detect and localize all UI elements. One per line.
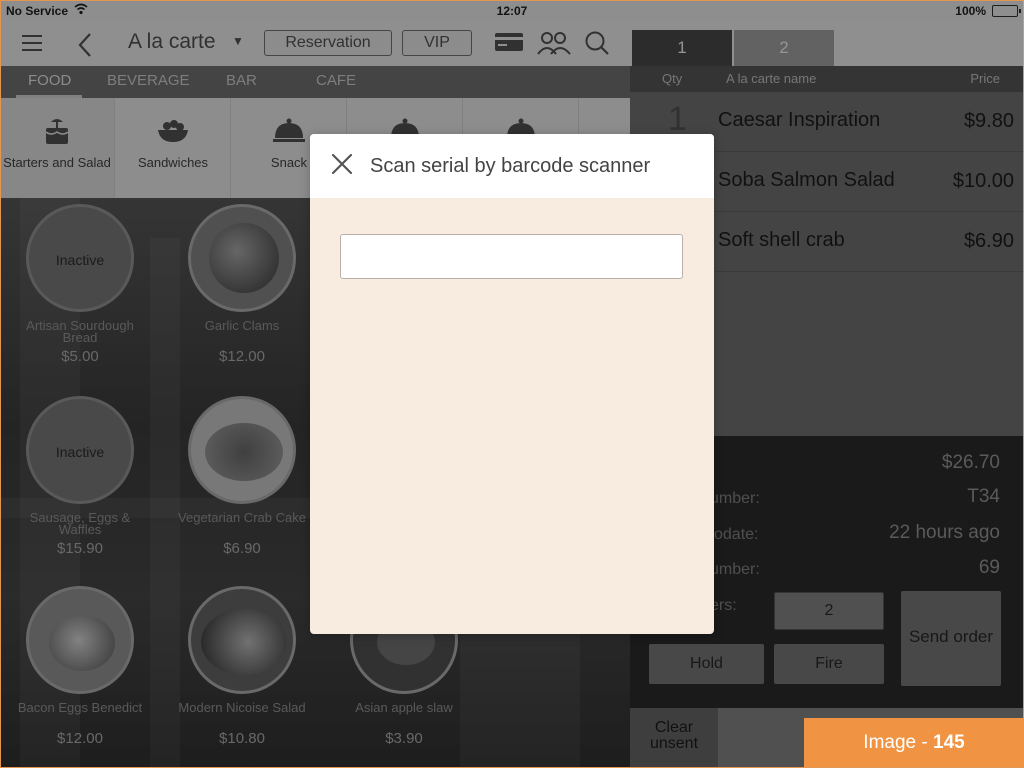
image-number-badge: Image - 145 [804,718,1024,768]
image-badge-number: 145 [933,732,965,753]
image-badge-prefix: Image - [863,732,928,753]
close-icon[interactable] [330,152,354,176]
modal-title: Scan serial by barcode scanner [370,155,651,177]
scan-serial-modal: Scan serial by barcode scanner [310,134,714,634]
pos-app: No Service 12:07 100% A la carte ▼ Reser… [0,0,1024,768]
modal-header: Scan serial by barcode scanner [310,134,714,198]
barcode-serial-input[interactable] [340,234,683,279]
